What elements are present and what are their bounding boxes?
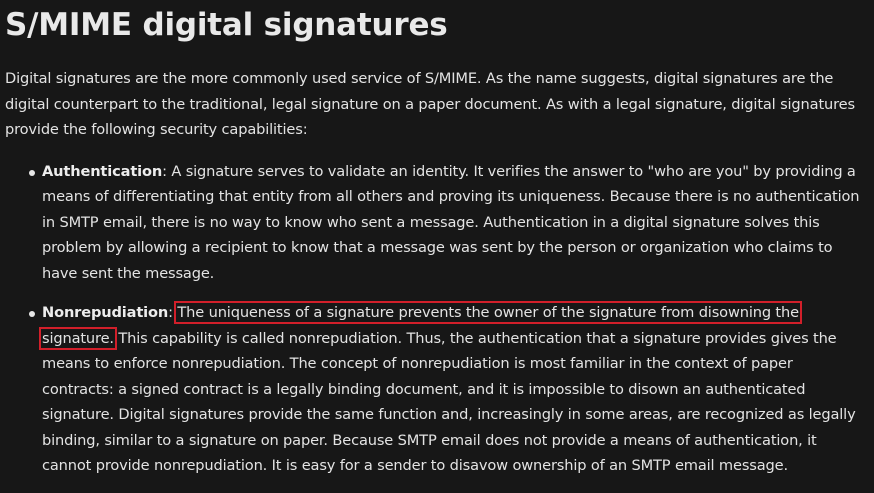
term-separator: : [162, 162, 172, 180]
list-item-authentication: Authentication: A signature serves to va… [5, 159, 867, 287]
nonrepudiation-description: This capability is called nonrepudiation… [42, 329, 856, 475]
bullet-icon [29, 311, 35, 317]
term-authentication: Authentication [42, 162, 163, 180]
article: S/MIME digital signatures Digital signat… [5, 0, 867, 493]
authentication-description: A signature serves to validate an identi… [42, 162, 860, 282]
term-nonrepudiation: Nonrepudiation [42, 304, 169, 321]
page-title: S/MIME digital signatures [5, 7, 448, 43]
bullet-icon [29, 169, 35, 176]
capabilities-list: Authentication: A signature serves to va… [5, 159, 867, 479]
list-item-nonrepudiation: Nonrepudiation: The uniqueness of a sign… [5, 300, 867, 479]
intro-paragraph: Digital signatures are the more commonly… [5, 70, 855, 138]
